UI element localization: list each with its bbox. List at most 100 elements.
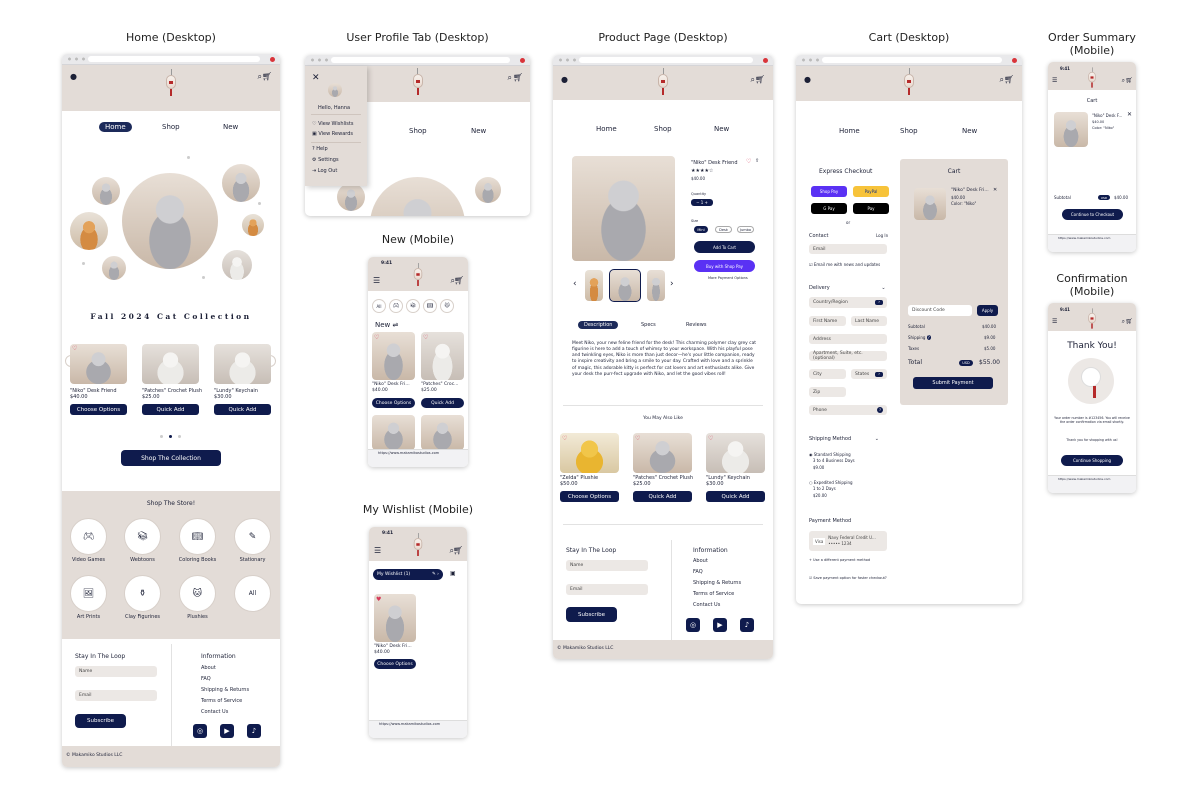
standard-shipping-radio[interactable]: ◉ Standard Shipping 3 to 4 Business Days… xyxy=(809,452,855,471)
tab-specs[interactable]: Specs xyxy=(641,322,656,328)
choose-options-button[interactable]: Choose Options xyxy=(372,398,415,408)
size-mini[interactable]: Mini xyxy=(694,226,708,233)
share-icon[interactable]: ⇪ xyxy=(755,159,759,164)
save-payment-checkbox[interactable]: ☑ Save payment option for faster checkou… xyxy=(809,576,887,581)
product-image[interactable] xyxy=(214,344,271,384)
quick-add-button[interactable]: Quick Add xyxy=(633,491,692,502)
hamburger-icon[interactable]: ☰ xyxy=(373,277,380,285)
address-field[interactable]: Address xyxy=(809,334,887,344)
coloring-book-icon[interactable]: 📖︎ xyxy=(423,299,437,313)
quick-add-button[interactable]: Quick Add xyxy=(142,404,199,415)
chevron-right-icon[interactable]: › xyxy=(670,280,674,289)
footer-link-about[interactable]: About xyxy=(201,665,216,672)
nav-new[interactable]: New xyxy=(714,125,729,133)
quick-add-button[interactable]: Quick Add xyxy=(421,398,464,408)
name-field[interactable]: Name xyxy=(75,666,157,677)
instagram-icon[interactable]: ◎ xyxy=(686,618,700,632)
footer-link-contact[interactable]: Contact Us xyxy=(201,709,228,716)
quick-add-button[interactable]: Quick Add xyxy=(706,491,765,502)
discount-field[interactable]: Discount Code xyxy=(908,305,972,316)
menu-logout[interactable]: ⇥ Log Out xyxy=(312,168,337,175)
carousel-dot[interactable] xyxy=(178,435,181,438)
nav-shop[interactable]: Shop xyxy=(409,127,427,135)
heart-icon[interactable]: ♥ xyxy=(376,596,381,603)
email-news-checkbox[interactable]: ☑ Email me with news and updates xyxy=(809,262,880,267)
avatar[interactable] xyxy=(328,83,342,97)
subscribe-button[interactable]: Subscribe xyxy=(566,607,617,622)
tiktok-icon[interactable]: ♪ xyxy=(740,618,754,632)
heart-icon[interactable]: ♡ xyxy=(746,158,751,165)
product-thumbnail[interactable] xyxy=(647,270,665,301)
add-to-cart-button[interactable]: Add To Cart xyxy=(694,241,755,253)
tiktok-icon[interactable]: ♪ xyxy=(247,724,261,738)
phone-field[interactable]: Phone? xyxy=(809,405,887,415)
footer-link-shipping[interactable]: Shipping & Returns xyxy=(201,687,249,694)
choose-options-button[interactable]: Choose Options xyxy=(374,659,416,669)
email-field[interactable]: Email xyxy=(809,244,887,254)
quick-add-button[interactable]: Quick Add xyxy=(214,404,271,415)
menu-wishlists[interactable]: ♡ View Wishlists xyxy=(312,121,353,128)
first-name-field[interactable]: First Name xyxy=(809,316,846,326)
cart-icon[interactable]: 🛒︎ xyxy=(1125,78,1133,84)
choose-options-button[interactable]: Choose Options xyxy=(560,491,619,502)
gamepad-icon[interactable]: 🎮︎ xyxy=(70,518,107,555)
shop-pay-button[interactable]: Shop Pay xyxy=(811,186,847,197)
continue-shopping-button[interactable]: Continue Shopping xyxy=(1061,455,1123,466)
menu-rewards[interactable]: ▣ View Rewards xyxy=(312,131,353,138)
footer-link-terms[interactable]: Terms of Service xyxy=(693,591,734,598)
city-field[interactable]: City xyxy=(809,369,846,379)
nav-shop[interactable]: Shop xyxy=(654,125,672,133)
state-select[interactable]: States › xyxy=(851,369,887,379)
cat-face-icon[interactable]: 🐱︎ xyxy=(179,575,216,612)
cart-icon[interactable]: 🛒︎ xyxy=(1004,76,1014,84)
product-image[interactable] xyxy=(142,344,199,384)
menu-settings[interactable]: ⚙ Settings xyxy=(312,157,339,164)
cat-face-icon[interactable]: 🐱︎ xyxy=(440,299,454,313)
vase-icon[interactable]: ⚱︎ xyxy=(124,575,161,612)
submit-payment-button[interactable]: Submit Payment xyxy=(913,377,993,389)
all-categories-button[interactable]: All xyxy=(234,575,271,612)
quantity-stepper[interactable]: − 1 + xyxy=(691,199,713,206)
tab-description[interactable]: Description xyxy=(578,321,619,329)
nav-home[interactable]: Home xyxy=(839,127,860,135)
heart-icon[interactable]: ♡ xyxy=(635,435,640,442)
book-icon[interactable]: 📚︎ xyxy=(124,518,161,555)
cart-icon[interactable]: 🛒︎ xyxy=(513,74,523,82)
search-icon[interactable]: ⌕ xyxy=(508,74,512,82)
product-main-image[interactable] xyxy=(572,156,675,261)
cart-icon[interactable]: 🛒︎ xyxy=(454,277,464,285)
hamburger-icon[interactable]: ☰ xyxy=(1052,78,1057,84)
email-field[interactable]: Email xyxy=(566,584,648,595)
shop-collection-button[interactable]: Shop The Collection xyxy=(121,450,221,466)
paypal-button[interactable]: PayPal xyxy=(853,186,889,197)
close-icon[interactable]: ✕ xyxy=(993,188,997,193)
hamburger-icon[interactable]: ☰ xyxy=(374,547,381,555)
product-thumbnail[interactable] xyxy=(585,270,603,301)
gamepad-icon[interactable]: 🎮︎ xyxy=(389,299,403,313)
product-image[interactable] xyxy=(421,415,464,450)
coloring-book-icon[interactable]: 📖︎ xyxy=(179,518,216,555)
tab-reviews[interactable]: Reviews xyxy=(686,322,706,328)
heart-icon[interactable]: ♡ xyxy=(423,334,428,341)
cart-icon[interactable]: 🛒︎ xyxy=(755,76,765,84)
google-pay-button[interactable]: G Pay xyxy=(811,203,847,214)
different-payment-link[interactable]: + Use a different payment method xyxy=(809,558,870,563)
product-image[interactable] xyxy=(560,433,619,473)
expedited-shipping-radio[interactable]: ○ Expedited Shipping 1 to 2 Days $20.00 xyxy=(809,480,853,499)
youtube-icon[interactable]: ▶ xyxy=(713,618,727,632)
nav-new[interactable]: New xyxy=(962,127,977,135)
user-icon[interactable]: ● xyxy=(561,76,568,84)
menu-help[interactable]: ? Help xyxy=(312,146,328,153)
apartment-field[interactable]: Apartment, Suite, etc. (optional) xyxy=(809,351,887,361)
more-payment-link[interactable]: More Payment Options xyxy=(708,276,748,281)
continue-checkout-button[interactable]: Continue to Checkout xyxy=(1062,209,1123,220)
size-jumbo[interactable]: Jumbo xyxy=(737,226,754,233)
footer-link-shipping[interactable]: Shipping & Returns xyxy=(693,580,741,587)
nav-new[interactable]: New xyxy=(223,123,238,131)
footer-link-contact[interactable]: Contact Us xyxy=(693,602,720,609)
country-select[interactable]: Country/Region › xyxy=(809,297,887,308)
hamburger-icon[interactable]: ☰ xyxy=(1052,319,1057,325)
size-desk[interactable]: Desk xyxy=(715,226,732,233)
nav-shop[interactable]: Shop xyxy=(162,123,180,131)
nav-new[interactable]: New xyxy=(471,127,486,135)
